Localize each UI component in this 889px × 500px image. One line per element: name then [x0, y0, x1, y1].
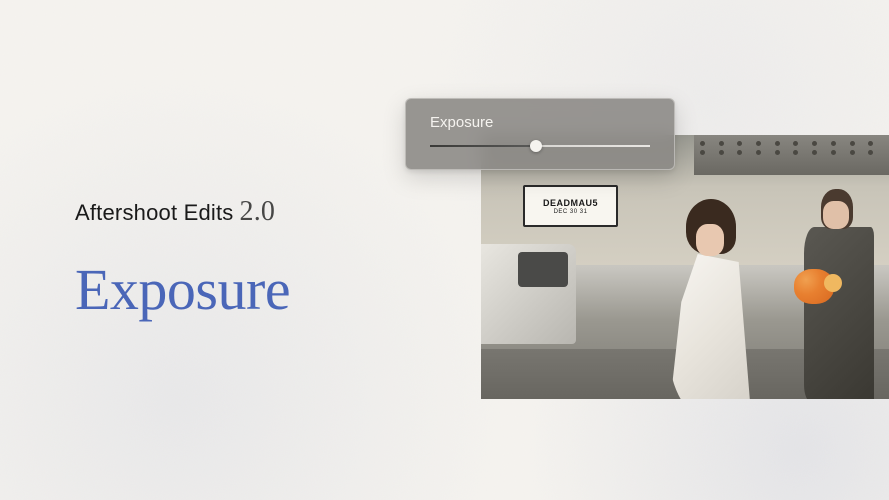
photo-ceiling: [694, 135, 889, 175]
slider-thumb[interactable]: [530, 140, 542, 152]
feature-text-block: Aftershoot Edits 2.0 Exposure: [75, 196, 290, 323]
exposure-slider-panel: Exposure: [405, 98, 675, 170]
feature-title: Exposure: [75, 256, 290, 323]
photo-scene: DEADMAU5 DEC 30 31: [481, 135, 889, 399]
slider-label: Exposure: [430, 114, 650, 131]
marquee-text: DEADMAU5: [543, 198, 598, 208]
exposure-slider[interactable]: [430, 145, 650, 147]
marquee-subtext: DEC 30 31: [554, 209, 588, 215]
photo-bride: [661, 199, 751, 399]
sample-photo: DEADMAU5 DEC 30 31: [481, 135, 889, 399]
product-version: 2.0: [240, 196, 276, 228]
product-subtitle: Aftershoot Edits 2.0: [75, 196, 290, 228]
photo-bouquet: [794, 269, 834, 304]
product-name: Aftershoot Edits: [75, 200, 234, 226]
photo-car: [481, 244, 576, 344]
photo-marquee-sign: DEADMAU5 DEC 30 31: [523, 185, 618, 227]
